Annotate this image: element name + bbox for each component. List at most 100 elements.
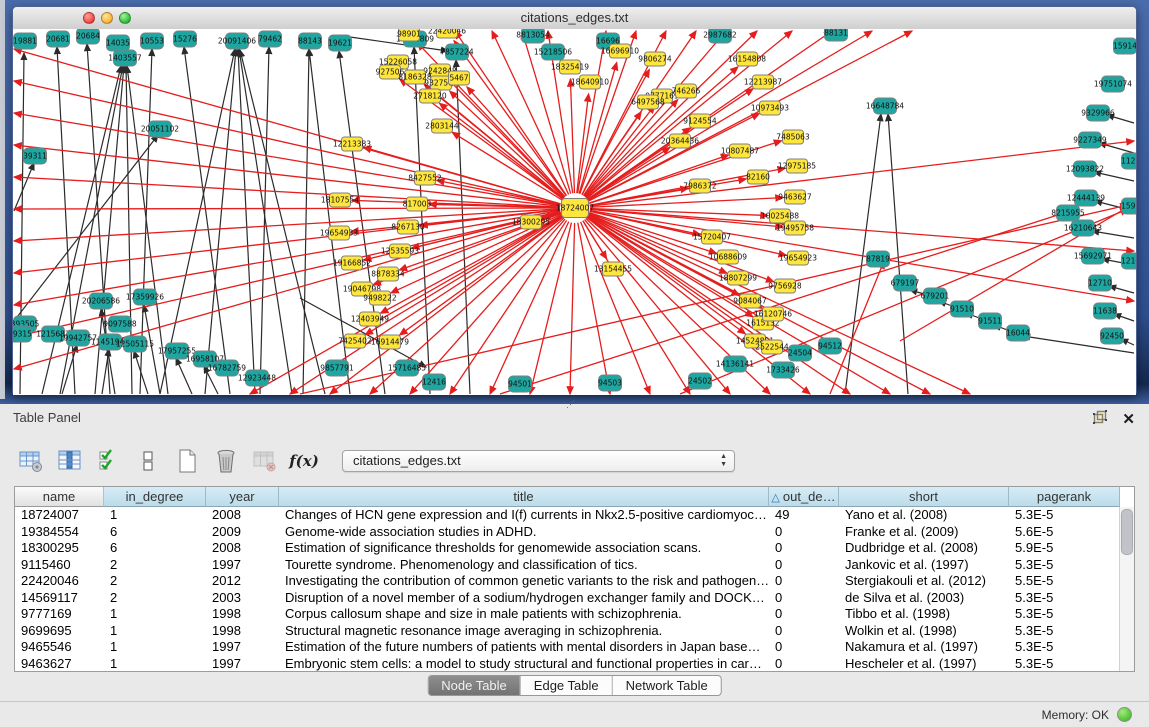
graph-node[interactable]: 87819 [866,251,890,267]
graph-node[interactable]: 79462 [258,31,282,47]
graph-node[interactable]: 39315 [13,326,32,342]
graph-node[interactable]: 19751074 [1094,76,1132,92]
graph-node[interactable]: 39311 [23,148,47,164]
graph-node[interactable]: 19881 [13,33,37,49]
column-header-title[interactable]: title [279,487,769,507]
graph-node[interactable]: 13154455 [594,262,632,276]
graph-node[interactable]: 9857791 [320,360,354,376]
close-panel-icon[interactable]: ✕ [1122,412,1135,428]
graph-node[interactable]: 16154808 [728,52,766,66]
graph-node[interactable]: 82160 [746,170,770,184]
graph-node[interactable]: 11235 [1121,153,1136,169]
graph-node[interactable]: 98901 [397,29,421,41]
graph-node[interactable]: 8267130 [391,220,425,234]
graph-node[interactable]: 15958 [1121,198,1136,214]
graph-node[interactable]: 9498222 [363,291,397,305]
minimize-window-button[interactable] [101,12,113,24]
graph-node[interactable]: 16696910 [601,44,639,58]
graph-node[interactable]: 91511 [978,313,1002,329]
table-row[interactable]: 1872400712008Changes of HCN gene express… [15,507,1134,524]
splitter-grip-icon[interactable]: ⋰ [566,399,578,409]
table-row[interactable]: 911546021997Tourette syndrome. Phenomeno… [15,557,1134,574]
graph-node[interactable]: 6497568 [631,95,665,109]
graph-node[interactable]: 18640910 [571,75,609,89]
graph-node[interactable]: 16648784 [866,98,904,114]
graph-node[interactable]: 2987682 [703,29,737,43]
table-row[interactable]: 946554611997Estimation of the future num… [15,639,1134,656]
graph-node[interactable]: 7485063 [776,130,810,144]
graph-node[interactable]: 8878334 [371,267,405,281]
graph-node[interactable]: 17359926 [126,289,164,305]
graph-node[interactable]: 20684 [76,29,100,44]
graph-node[interactable]: 94503 [598,375,622,391]
show-column-icon[interactable] [55,446,85,476]
table-row[interactable]: 969969511998Structural magnetic resonanc… [15,623,1134,640]
change-table-mode-icon[interactable] [16,446,46,476]
graph-node[interactable]: 20051102 [141,121,179,137]
table-row[interactable]: 1938455462009Genome-wide association stu… [15,524,1134,541]
graph-node[interactable]: 9329966 [1081,105,1115,121]
graph-node[interactable]: 7425402 [338,334,372,348]
graph-node[interactable]: 18107554 [321,193,359,207]
graph-node[interactable]: 94512 [818,338,842,354]
graph-node[interactable]: 15914 [1113,38,1136,54]
graph-node[interactable]: 88131 [824,29,848,41]
select-columns-icon[interactable] [94,446,124,476]
graph-node[interactable]: 20681 [46,31,70,47]
column-header-in_degree[interactable]: in_degree [104,487,206,507]
table-row[interactable]: 977716911998Corpus callosum shape and si… [15,606,1134,623]
graph-node[interactable]: 8215955 [1051,205,1085,221]
delete-column-icon[interactable] [211,446,241,476]
graph-node[interactable]: 12710 [1088,275,1112,291]
graph-node[interactable]: 10553 [140,33,164,49]
graph-node[interactable]: 24504 [788,345,812,361]
graph-node[interactable]: 18325419 [551,60,589,74]
tab-node-table[interactable]: Node Table [428,676,521,695]
graph-node[interactable]: 19621 [328,35,352,51]
graph-node[interactable]: 746266 [672,84,701,98]
graph-node[interactable]: 15276 [173,31,197,47]
graph-node[interactable]: 12975185 [778,159,816,173]
graph-node[interactable]: 817003 [403,197,432,211]
table-row[interactable]: 946362711997Embryonic stem cells: a mode… [15,656,1134,673]
vertical-scrollbar[interactable] [1119,507,1134,671]
tab-edge-table[interactable]: Edge Table [521,676,613,695]
graph-node[interactable]: 92450 [1100,328,1124,344]
graph-node[interactable]: 91510 [950,301,974,317]
graph-node[interactable]: 2803144 [425,119,459,133]
graph-node[interactable]: 12444139 [1067,190,1105,206]
graph-node[interactable]: 679201 [921,288,950,304]
graph-node[interactable]: 12213987 [744,75,782,89]
create-column-icon[interactable] [172,446,202,476]
graph-node[interactable]: 12535593 [381,244,419,258]
column-header-out_degree[interactable]: △ out_de… [769,487,839,507]
graph-node[interactable]: 12093822 [1066,161,1104,177]
graph-node[interactable]: 15692971 [1074,248,1112,264]
zoom-window-button[interactable] [119,12,131,24]
graph-node[interactable]: 18807299 [719,271,757,285]
column-header-name[interactable]: name [15,487,104,507]
graph-node[interactable]: 2522544 [755,340,789,354]
graph-node[interactable]: 11638 [1093,303,1117,319]
graph-node[interactable]: 7857224 [440,44,474,60]
graph-node[interactable]: 8813054 [516,29,550,43]
graph-node[interactable]: 9227349 [1073,132,1107,148]
table-row[interactable]: 2242004622012Investigating the contribut… [15,573,1134,590]
graph-node[interactable]: 14035 [106,35,130,51]
table-row[interactable]: 1830029562008Estimation of significance … [15,540,1134,557]
graph-node[interactable]: 9097588 [103,316,137,332]
graph-node[interactable]: 8427552 [408,171,442,185]
table-row[interactable]: 1456911722003Disruption of a novel membe… [15,590,1134,607]
graph-node[interactable]: 12416 [422,374,446,390]
graph-node[interactable]: 2718120 [413,89,447,103]
column-header-year[interactable]: year [206,487,279,507]
network-canvas[interactable]: 1988120681206841403514035571055315276200… [13,29,1136,395]
graph-node[interactable]: 24502 [688,373,712,389]
graph-node[interactable]: 14136141 [716,356,754,372]
graph-node[interactable]: 18724007 [556,199,594,218]
graph-node[interactable]: 16044 [1006,325,1030,341]
graph-node[interactable]: 20206586 [82,293,120,309]
graph-node[interactable]: 15716485 [388,360,426,376]
column-header-pagerank[interactable]: pagerank [1009,487,1120,507]
network-window-titlebar[interactable]: citations_edges.txt [13,7,1136,30]
